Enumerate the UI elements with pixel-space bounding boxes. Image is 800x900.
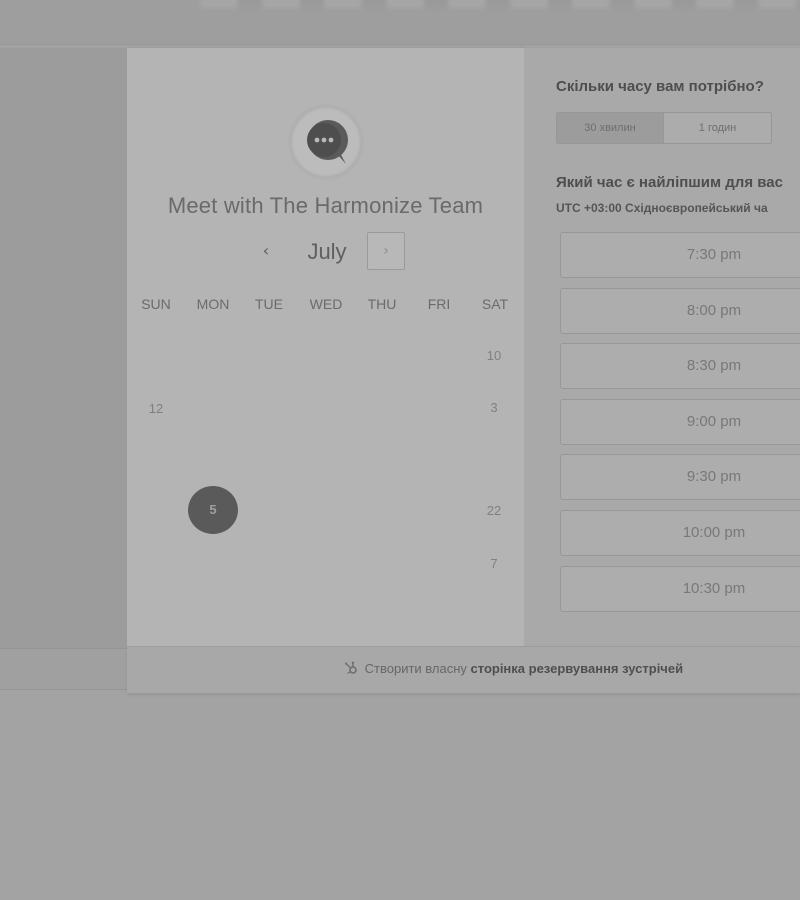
calendar-day[interactable]: 3	[466, 400, 522, 415]
weekday-label: MON	[196, 296, 230, 312]
weekday-label: FRI	[427, 296, 451, 312]
duration-question: Скільки часу вам потрібно?	[556, 78, 764, 95]
next-month-button[interactable]: ›	[367, 232, 405, 270]
create-booking-page-link[interactable]: Створити власну сторінка резервування зу…	[344, 661, 683, 676]
calendar-day-selected[interactable]: 5	[188, 486, 238, 534]
timezone-label[interactable]: UTC +03:00 Східноєвропейський ча	[556, 201, 768, 215]
time-slot-button[interactable]: 9:30 pm	[560, 454, 800, 500]
time-slot-button[interactable]: 10:30 pm	[560, 566, 800, 612]
weekday-label: TUE	[255, 296, 283, 312]
calendar-day[interactable]: 10	[466, 348, 522, 363]
time-slot-label: 7:30 pm	[686, 246, 742, 263]
weekday-label: THU	[367, 296, 397, 312]
time-slot-label: 8:00 pm	[686, 302, 742, 319]
page-title: Meet with The Harmonize Team	[167, 193, 484, 218]
calendar-panel: Meet with The Harmonize Team ‹ July › SU…	[127, 48, 524, 646]
duration-option-1-hour[interactable]: 1 годин	[664, 113, 771, 143]
time-slot-label: 10:30 pm	[682, 580, 746, 597]
background-band-footer	[0, 648, 127, 690]
footer-link-prefix: Створити власну	[364, 661, 467, 676]
time-slot-label: 9:30 pm	[686, 468, 742, 485]
top-header-bar	[0, 0, 800, 45]
prev-month-button[interactable]: ‹	[251, 234, 281, 268]
time-slot-button[interactable]: 7:30 pm	[560, 232, 800, 278]
calendar-day[interactable]: 7	[466, 556, 522, 571]
month-label: July	[307, 239, 347, 264]
time-slot-label: 10:00 pm	[682, 524, 746, 541]
footer: Створити власну сторінка резервування зу…	[127, 646, 800, 693]
time-slot-button[interactable]: 8:30 pm	[560, 343, 800, 389]
time-slot-label: 9:00 pm	[686, 413, 742, 430]
footer-link-bold: сторінка резервування зустрічей	[470, 661, 684, 676]
chat-bubble-icon	[294, 110, 358, 174]
weekday-label: WED	[309, 296, 343, 312]
time-slot-button[interactable]: 10:00 pm	[560, 510, 800, 556]
weekday-label: SAT	[481, 296, 509, 312]
page: Meet with The Harmonize Team ‹ July › SU…	[0, 0, 800, 900]
time-slot-button[interactable]: 9:00 pm	[560, 399, 800, 445]
calendar-day[interactable]: 22	[466, 503, 522, 518]
time-selection-panel: Скільки часу вам потрібно? 30 хвилин 1 г…	[524, 48, 800, 646]
duration-toggle: 30 хвилин 1 годин	[556, 112, 772, 144]
background-band	[0, 48, 127, 648]
avatar	[288, 104, 364, 180]
month-navigation: ‹ July ›	[127, 232, 524, 272]
time-slot-label: 8:30 pm	[686, 357, 742, 374]
duration-option-30-min[interactable]: 30 хвилин	[557, 113, 664, 143]
blurred-header-content	[200, 0, 800, 8]
hubspot-sprocket-icon	[345, 661, 357, 675]
weekday-header: SUN MON TUE WED THU FRI SAT	[127, 296, 524, 316]
weekday-label: SUN	[141, 296, 171, 312]
time-slot-button[interactable]: 8:00 pm	[560, 288, 800, 334]
time-question: Який час є найліпшим для вас	[556, 174, 783, 191]
calendar-day[interactable]: 12	[128, 401, 184, 416]
